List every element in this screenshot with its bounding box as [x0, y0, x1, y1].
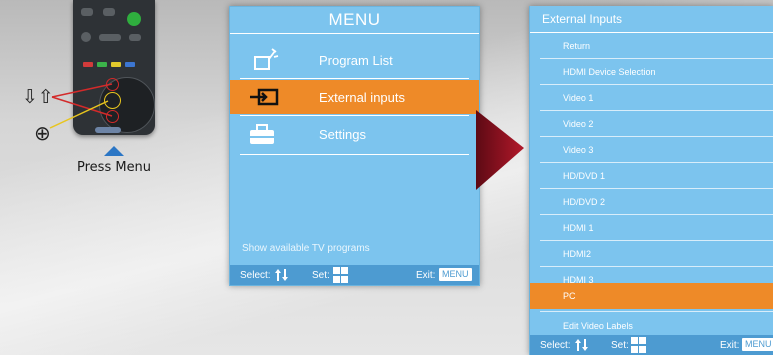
menu-key-badge: MENU	[742, 338, 773, 351]
external-inputs-title: External Inputs	[530, 6, 773, 33]
input-item-video-1[interactable]: Video 1	[530, 85, 773, 110]
list-divider	[540, 311, 773, 312]
external-inputs-icon	[250, 88, 279, 106]
enter-circle-plus-icon: ⊕	[34, 121, 51, 145]
input-item-label: Edit Video Labels	[563, 321, 633, 331]
menu-divider	[240, 78, 469, 79]
footer-select-label: Select:	[240, 270, 271, 281]
menu-item-external-inputs[interactable]: External inputs	[230, 80, 479, 114]
input-item-hdmi-device-selection[interactable]: HDMI Device Selection	[530, 59, 773, 84]
menu-title: MENU	[230, 7, 479, 34]
input-item-hdmi-2[interactable]: HDMI2	[530, 241, 773, 266]
up-down-arrows-icon: ⇩⇧	[22, 86, 54, 108]
input-item-video-3[interactable]: Video 3	[530, 137, 773, 162]
up-down-keys-icon	[275, 269, 288, 281]
menu-key-badge: MENU	[439, 268, 472, 281]
input-item-hd-dvd-1[interactable]: HD/DVD 1	[530, 163, 773, 188]
up-down-keys-icon	[575, 339, 588, 351]
external-inputs-footer-bar: Select: Set: Exit: MENU	[530, 335, 773, 355]
menu-footer-bar: Select: Set: Exit: MENU	[230, 265, 479, 285]
input-item-hdmi-1[interactable]: HDMI 1	[530, 215, 773, 240]
input-item-label: HD/DVD 2	[563, 197, 606, 207]
input-item-label: Video 3	[563, 145, 594, 155]
menu-item-label: Program List	[319, 53, 393, 68]
external-inputs-panel: External Inputs Return HDMI Device Selec…	[529, 6, 773, 355]
input-item-hd-dvd-2[interactable]: HD/DVD 2	[530, 189, 773, 214]
menu-hint-text: Show available TV programs	[242, 243, 370, 254]
footer-set-label: Set:	[312, 270, 330, 281]
input-item-label: Return	[563, 41, 591, 51]
menu-item-label: Settings	[319, 127, 366, 142]
menu-connector-arrow-icon	[476, 110, 524, 190]
input-item-video-2[interactable]: Video 2	[530, 111, 773, 136]
menu-item-settings[interactable]: Settings	[230, 117, 479, 151]
input-item-return[interactable]: Return	[530, 33, 773, 58]
menu-item-label: External inputs	[319, 90, 405, 105]
set-enter-key-icon	[631, 337, 646, 353]
footer-set-label: Set:	[611, 340, 629, 351]
settings-toolbox-icon	[250, 124, 274, 144]
input-item-label: HDMI2	[563, 249, 592, 259]
set-enter-key-icon	[333, 267, 348, 283]
program-list-icon	[254, 48, 279, 70]
footer-select-label: Select:	[540, 340, 571, 351]
input-item-label: HDMI 1	[563, 223, 594, 233]
input-item-label: HD/DVD 1	[563, 171, 606, 181]
main-menu-panel: MENU Program List External inputs Settin…	[229, 6, 480, 286]
menu-divider	[240, 154, 469, 155]
input-item-label: HDMI Device Selection	[563, 67, 656, 77]
footer-exit-label: Exit:	[720, 340, 740, 351]
input-item-label: PC	[563, 291, 576, 301]
input-item-label: Video 1	[563, 93, 594, 103]
press-menu-arrow-icon	[104, 146, 124, 156]
input-item-label: Video 2	[563, 119, 594, 129]
input-item-pc[interactable]: PC	[530, 283, 773, 309]
menu-item-program-list[interactable]: Program List	[230, 43, 479, 77]
footer-exit-label: Exit:	[416, 270, 436, 281]
press-menu-label: Press Menu	[77, 160, 152, 175]
menu-divider	[240, 115, 469, 116]
